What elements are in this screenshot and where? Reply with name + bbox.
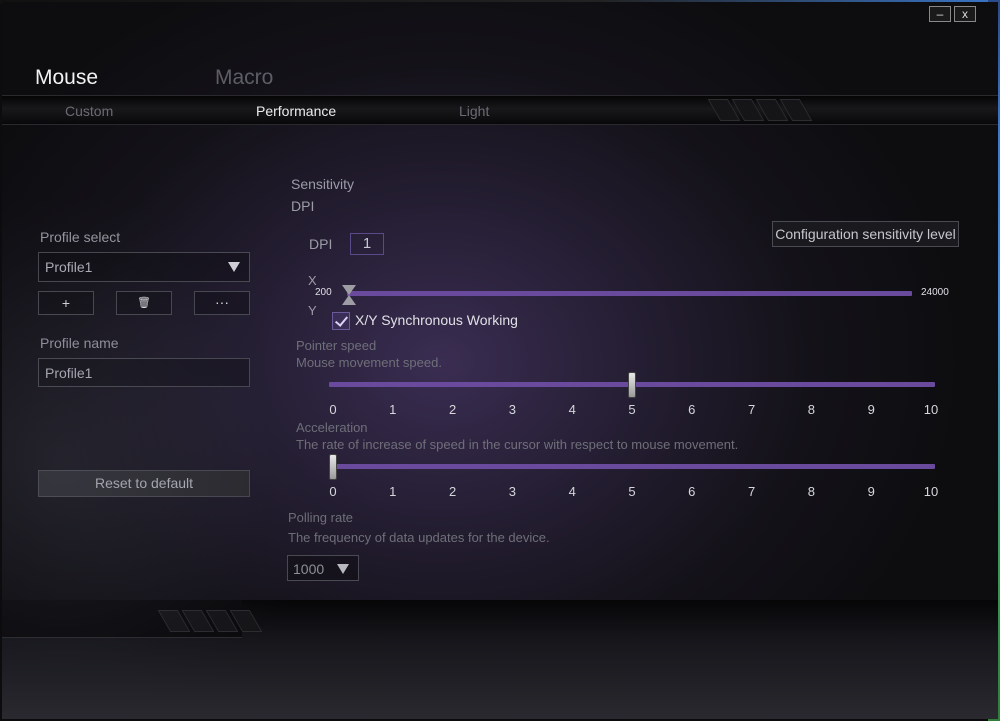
- add-profile-button[interactable]: +: [38, 291, 94, 315]
- tab-mouse[interactable]: Mouse: [35, 66, 98, 90]
- profile-name-input[interactable]: Profile1: [38, 358, 250, 387]
- polling-rate-dropdown[interactable]: 1000: [287, 555, 359, 581]
- profile-select-label: Profile select: [40, 229, 121, 245]
- sensitivity-title: Sensitivity: [291, 176, 355, 192]
- slider-tick-label: 5: [628, 484, 636, 499]
- delete-profile-button[interactable]: 🗑: [116, 291, 172, 315]
- slider-tick-label: 2: [448, 484, 457, 499]
- pointer-speed-title: Pointer speed: [296, 338, 377, 353]
- decorative-stripes: [707, 99, 813, 121]
- slider-tick-label: 1: [389, 402, 397, 417]
- more-options-button[interactable]: ···: [194, 291, 250, 315]
- acceleration-thumb[interactable]: [329, 454, 337, 480]
- slider-tick-label: 0: [329, 484, 337, 499]
- polling-rate-description: The frequency of data updates for the de…: [288, 530, 550, 545]
- slider-tick-label: 7: [747, 484, 756, 499]
- acceleration-track[interactable]: [329, 464, 935, 469]
- trash-icon: 🗑: [137, 297, 151, 309]
- xy-sync-label: X/Y Synchronous Working: [355, 312, 518, 328]
- dpi-heading: DPI: [291, 198, 315, 214]
- slider-tick-label: 3: [508, 402, 516, 417]
- dpi-slider-track[interactable]: [347, 291, 912, 296]
- reset-to-default-button[interactable]: Reset to default: [38, 470, 250, 497]
- close-button[interactable]: x: [954, 6, 976, 22]
- profile-select-value: Profile1: [45, 259, 93, 275]
- dpi-level-selector[interactable]: 1: [350, 233, 384, 255]
- polling-rate-title: Polling rate: [288, 510, 354, 525]
- profile-name-label: Profile name: [40, 335, 119, 351]
- sub-tab-bar: Custom Performance Light: [2, 95, 998, 125]
- slider-tick-label: 8: [807, 484, 815, 499]
- slider-tick-label: 10: [923, 402, 939, 417]
- slider-tick-label: 8: [807, 402, 815, 417]
- dpi-label: DPI: [309, 236, 333, 252]
- decorative-stripes: [157, 610, 263, 632]
- chevron-down-icon: [337, 564, 349, 574]
- x-axis-label: X: [308, 273, 317, 288]
- polling-rate-value: 1000: [293, 561, 325, 577]
- slider-tick-label: 0: [329, 402, 337, 417]
- config-sensitivity-button[interactable]: Configuration sensitivity level: [772, 221, 959, 247]
- y-axis-label: Y: [308, 303, 317, 318]
- slider-tick-label: 5: [628, 402, 636, 417]
- slider-tick-label: 7: [747, 402, 756, 417]
- acceleration-description: The rate of increase of speed in the cur…: [296, 437, 739, 452]
- slider-tick-label: 3: [508, 484, 516, 499]
- slider-tick-label: 4: [568, 402, 576, 417]
- app-window: – x Mouse Macro Custom Performance Light…: [2, 2, 998, 719]
- slider-tick-label: 9: [867, 402, 875, 417]
- dpi-max-label: 24000: [921, 287, 949, 298]
- dpi-slider-thumb[interactable]: [342, 285, 356, 305]
- tab-macro[interactable]: Macro: [215, 66, 273, 90]
- pointer-speed-thumb[interactable]: [628, 372, 636, 398]
- slider-tick-label: 6: [688, 484, 696, 499]
- slider-tick-label: 9: [867, 484, 875, 499]
- slider-tick-label: 6: [688, 402, 696, 417]
- slider-tick-label: 2: [448, 402, 457, 417]
- chevron-down-icon: [228, 262, 240, 272]
- slider-tick-label: 4: [568, 484, 576, 499]
- slider-tick-label: 1: [389, 484, 397, 499]
- tab-light[interactable]: Light: [459, 103, 489, 119]
- tab-performance[interactable]: Performance: [256, 103, 336, 119]
- window-controls: – x: [929, 6, 976, 22]
- minimize-button[interactable]: –: [929, 6, 951, 22]
- profile-select-dropdown[interactable]: Profile1: [38, 252, 250, 282]
- acceleration-title: Acceleration: [296, 420, 368, 435]
- tab-custom[interactable]: Custom: [65, 103, 113, 119]
- pointer-speed-description: Mouse movement speed.: [296, 355, 442, 370]
- dpi-min-label: 200: [315, 287, 332, 298]
- slider-tick-label: 10: [923, 484, 939, 499]
- xy-sync-checkbox[interactable]: [332, 312, 350, 330]
